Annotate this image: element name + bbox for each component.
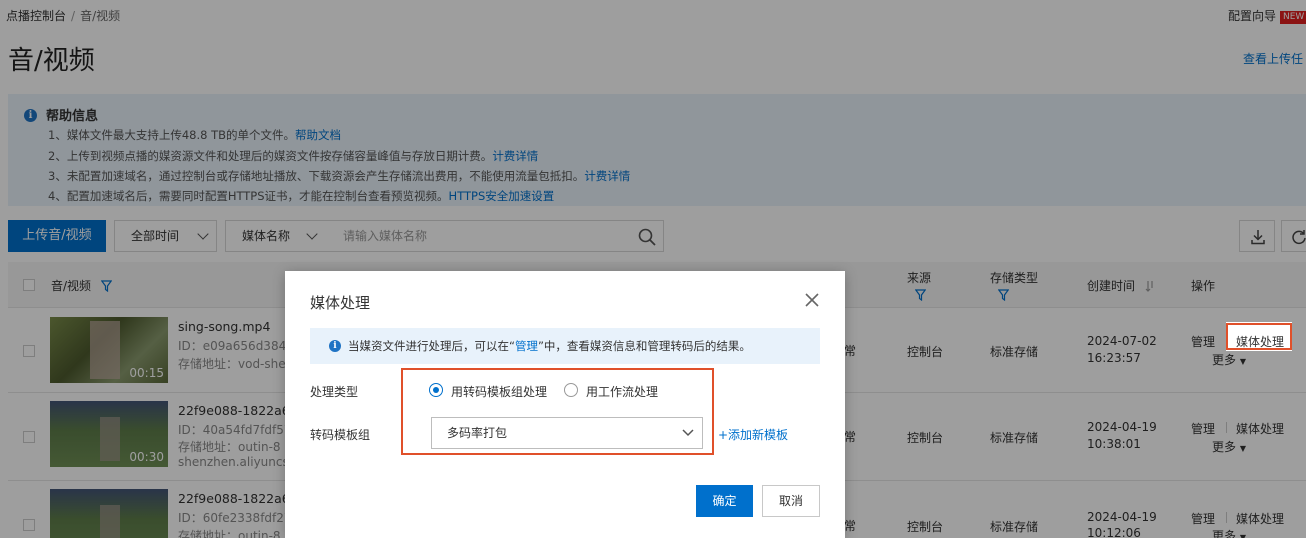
radio-workflow[interactable] <box>564 383 578 397</box>
tip-text: 当媒资文件进行处理后，可以在“管理”中，查看媒资信息和管理转码后的结果。 <box>348 338 751 354</box>
process-type-label: 处理类型 <box>310 385 359 399</box>
template-group-select[interactable]: 多码率打包 <box>431 417 703 449</box>
media-process-dialog: 媒体处理 i 当媒资文件进行处理后，可以在“管理”中，查看媒资信息和管理转码后的… <box>285 271 845 538</box>
radio-template-label: 用转码模板组处理 <box>451 385 548 399</box>
info-icon: i <box>329 340 341 352</box>
cancel-button[interactable]: 取消 <box>762 485 820 517</box>
confirm-button[interactable]: 确定 <box>696 485 753 517</box>
manage-tip-link[interactable]: 管理 <box>515 339 538 353</box>
close-icon[interactable] <box>803 291 821 309</box>
media-process-link-highlighted[interactable]: 媒体处理 <box>1236 333 1284 350</box>
template-group-label: 转码模板组 <box>310 428 371 442</box>
add-template-link[interactable]: +添加新模板 <box>718 426 788 443</box>
radio-template[interactable] <box>429 383 443 397</box>
dialog-tip: i 当媒资文件进行处理后，可以在“管理”中，查看媒资信息和管理转码后的结果。 <box>310 328 820 364</box>
dialog-title: 媒体处理 <box>310 294 371 312</box>
radio-workflow-label: 用工作流处理 <box>586 385 659 399</box>
tip-prefix: 当媒资文件进行处理后，可以在“ <box>348 339 515 353</box>
chevron-down-icon <box>682 429 694 437</box>
tip-suffix: ”中，查看媒资信息和管理转码后的结果。 <box>537 339 751 353</box>
template-group-value: 多码率打包 <box>447 426 508 440</box>
